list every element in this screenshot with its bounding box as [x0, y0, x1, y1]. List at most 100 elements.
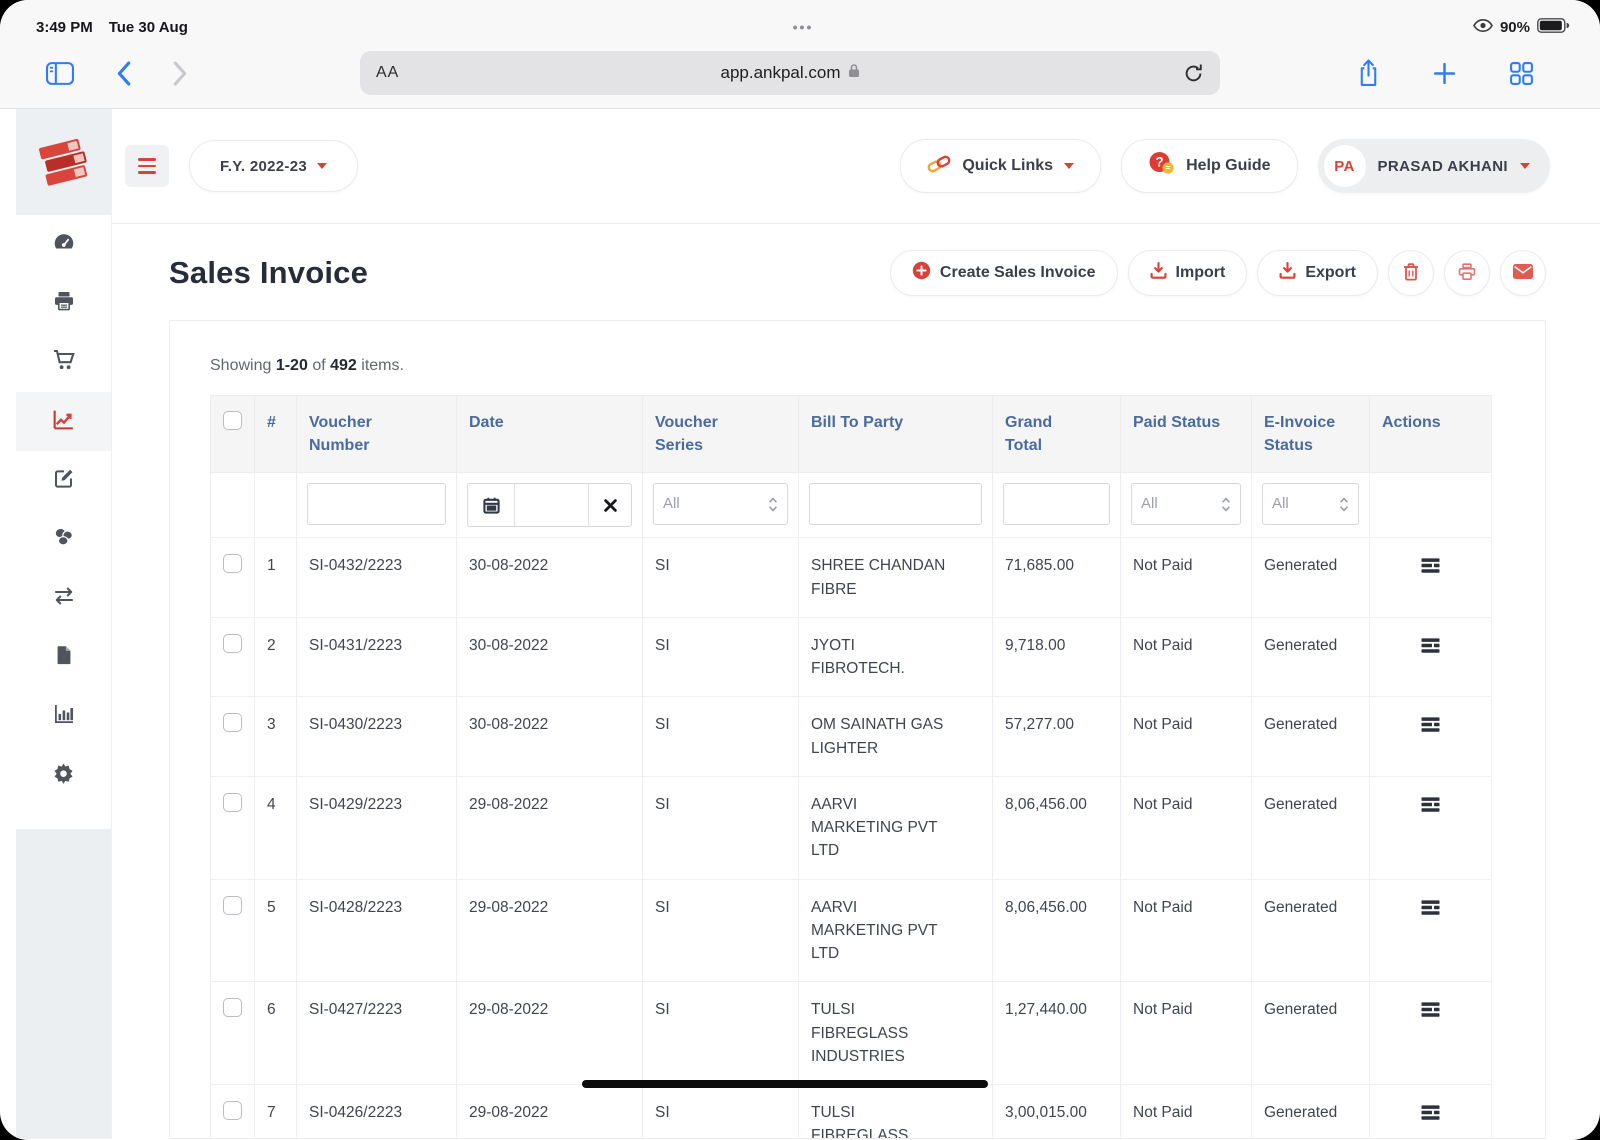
chevron-down-icon: [1520, 163, 1530, 169]
sidebar-item-transfers[interactable]: [16, 569, 111, 628]
row-checkbox[interactable]: [223, 634, 242, 653]
paid-status-filter-select[interactable]: All: [1131, 483, 1241, 525]
page-actions: Create Sales Invoice Import: [890, 250, 1546, 296]
import-label: Import: [1176, 264, 1226, 282]
results-total: 492: [330, 357, 357, 374]
table-row: 5 SI-0428/2223 29-08-2022 SI AARVI MARKE…: [211, 879, 1492, 982]
create-sales-invoice-label: Create Sales Invoice: [940, 264, 1096, 282]
row-checkbox[interactable]: [223, 998, 242, 1017]
row-actions-menu-icon[interactable]: [1421, 896, 1440, 922]
help-guide-button[interactable]: ? Help Guide: [1121, 139, 1297, 193]
table-filter-row: All All: [211, 473, 1492, 538]
date-cell: 30-08-2022: [457, 538, 643, 618]
einvoice-status-cell: Generated: [1252, 776, 1370, 879]
row-checkbox[interactable]: [223, 1101, 242, 1120]
email-button[interactable]: [1500, 250, 1546, 296]
results-summary: Showing 1-20 of 492 items.: [210, 357, 1505, 375]
row-actions-cell: [1370, 776, 1492, 879]
safari-toolbar: AA app.ankpal.com: [0, 40, 1600, 108]
edit-icon: [52, 466, 76, 495]
row-actions-cell: [1370, 617, 1492, 697]
reload-icon[interactable]: [1183, 63, 1204, 84]
table-row: 1 SI-0432/2223 30-08-2022 SI SHREE CHAND…: [211, 538, 1492, 618]
grand-total-cell: 71,685.00: [993, 538, 1121, 618]
row-checkbox[interactable]: [223, 713, 242, 732]
status-right: 90%: [1240, 18, 1570, 37]
voucher-series-cell: SI: [643, 879, 799, 982]
clear-date-icon[interactable]: [588, 484, 631, 526]
voucher-number-cell: SI-0431/2223: [297, 617, 457, 697]
sidebar-item-settings[interactable]: [16, 746, 111, 805]
row-checkbox[interactable]: [223, 793, 242, 812]
cart-icon: [52, 348, 76, 377]
row-actions-cell: [1370, 1085, 1492, 1139]
create-sales-invoice-button[interactable]: Create Sales Invoice: [890, 250, 1118, 296]
row-number: 4: [255, 776, 297, 879]
delete-button[interactable]: [1388, 250, 1434, 296]
select-all-checkbox[interactable]: [223, 411, 242, 430]
row-select-cell: [211, 879, 255, 982]
tabs-overview-icon[interactable]: [1509, 61, 1534, 86]
row-actions-menu-icon[interactable]: [1421, 554, 1440, 580]
avatar: PA: [1324, 145, 1366, 187]
status-ellipsis[interactable]: •••: [366, 19, 1240, 35]
table-header-row: # Voucher Number Date Voucher Series Bil…: [211, 396, 1492, 473]
address-bar[interactable]: AA app.ankpal.com: [360, 51, 1220, 95]
row-actions-menu-icon[interactable]: [1421, 1101, 1440, 1127]
row-checkbox[interactable]: [223, 554, 242, 573]
filter-empty-cell: [211, 473, 255, 538]
voucher-series-filter-select[interactable]: All: [653, 483, 788, 525]
row-actions-cell: [1370, 538, 1492, 618]
date-cell: 30-08-2022: [457, 617, 643, 697]
quick-links-label: Quick Links: [962, 157, 1053, 175]
print-button[interactable]: [1444, 250, 1490, 296]
help-guide-label: Help Guide: [1186, 157, 1270, 175]
sales-invoice-page: Sales Invoice Create Sales Invoice: [112, 224, 1600, 1139]
sidebar-item-edit-vouchers[interactable]: [16, 451, 111, 510]
new-tab-icon[interactable]: [1432, 61, 1457, 86]
sidebar-toggle-icon[interactable]: [46, 62, 74, 85]
voucher-number-filter-input[interactable]: [307, 483, 446, 525]
url-text: app.ankpal.com: [720, 63, 840, 83]
grand-total-filter-input[interactable]: [1003, 483, 1110, 525]
ankpal-logo[interactable]: [16, 109, 111, 215]
fiscal-year-selector[interactable]: F.Y. 2022-23: [189, 140, 358, 192]
row-select-cell: [211, 982, 255, 1085]
row-actions-cell: [1370, 982, 1492, 1085]
table-row: 4 SI-0429/2223 29-08-2022 SI AARVI MARKE…: [211, 776, 1492, 879]
transfer-arrows-icon: [52, 584, 76, 613]
paid-status-cell: Not Paid: [1121, 776, 1252, 879]
row-actions-menu-icon[interactable]: [1421, 998, 1440, 1024]
trash-icon: [1403, 263, 1419, 284]
menu-toggle-icon[interactable]: [125, 145, 169, 187]
einvoice-status-cell: Generated: [1252, 1085, 1370, 1139]
row-checkbox[interactable]: [223, 896, 242, 915]
row-actions-menu-icon[interactable]: [1421, 713, 1440, 739]
dashboard-icon: [52, 230, 76, 259]
bar-chart-icon: [52, 702, 76, 731]
calendar-icon[interactable]: [468, 484, 515, 526]
sidebar-item-purchases[interactable]: [16, 333, 111, 392]
back-icon[interactable]: [116, 61, 131, 86]
row-actions-menu-icon[interactable]: [1421, 793, 1440, 819]
row-actions-menu-icon[interactable]: [1421, 634, 1440, 660]
home-indicator[interactable]: [582, 1080, 988, 1088]
einvoice-status-filter-select[interactable]: All: [1262, 483, 1359, 525]
sidebar-item-print[interactable]: [16, 274, 111, 333]
col-grand-total: Grand Total: [993, 396, 1121, 473]
user-name: PRASAD AKHANI: [1378, 158, 1508, 175]
share-icon[interactable]: [1357, 59, 1380, 87]
date-filter-input[interactable]: [515, 484, 588, 526]
export-button[interactable]: Export: [1257, 250, 1378, 296]
sidebar-item-documents[interactable]: [16, 628, 111, 687]
sidebar-item-sales[interactable]: [16, 392, 111, 451]
reader-text-size-button[interactable]: AA: [376, 64, 399, 82]
import-button[interactable]: Import: [1128, 250, 1248, 296]
sidebar-item-payments[interactable]: [16, 510, 111, 569]
bill-to-party-filter-input[interactable]: [809, 483, 982, 525]
quick-links-button[interactable]: Quick Links: [900, 139, 1101, 193]
sidebar-item-reports[interactable]: [16, 687, 111, 746]
sidebar-item-dashboard[interactable]: [16, 215, 111, 274]
forward-icon[interactable]: [173, 61, 188, 86]
user-menu[interactable]: PA PRASAD AKHANI: [1318, 139, 1550, 193]
